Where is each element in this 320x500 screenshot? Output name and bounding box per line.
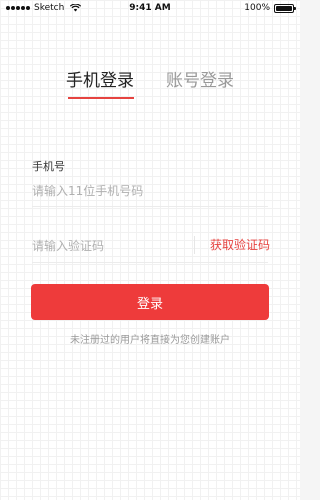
active-tab-indicator bbox=[68, 97, 134, 99]
phone-input[interactable] bbox=[32, 181, 268, 201]
login-screen: Sketch 9:41 AM 100% 手机登录 账号登录 手机号 获取验证码 … bbox=[0, 0, 300, 500]
tab-phone-login[interactable]: 手机登录 bbox=[66, 70, 134, 92]
register-hint: 未注册过的用户将直接为您创建账户 bbox=[70, 335, 230, 346]
tab-account-login[interactable]: 账号登录 bbox=[166, 70, 234, 92]
code-field-separator bbox=[194, 236, 195, 254]
phone-label: 手机号 bbox=[32, 160, 65, 173]
login-button[interactable]: 登录 bbox=[31, 284, 269, 320]
status-bar: Sketch 9:41 AM 100% bbox=[0, 0, 300, 18]
battery-icon bbox=[274, 3, 296, 13]
get-code-button[interactable]: 获取验证码 bbox=[200, 236, 270, 254]
phone-divider bbox=[32, 206, 268, 207]
code-divider bbox=[32, 262, 268, 263]
status-bar-right: 100% bbox=[244, 3, 296, 13]
verification-code-input[interactable] bbox=[32, 236, 182, 256]
battery-fill bbox=[276, 5, 292, 11]
battery-percent: 100% bbox=[244, 3, 270, 13]
